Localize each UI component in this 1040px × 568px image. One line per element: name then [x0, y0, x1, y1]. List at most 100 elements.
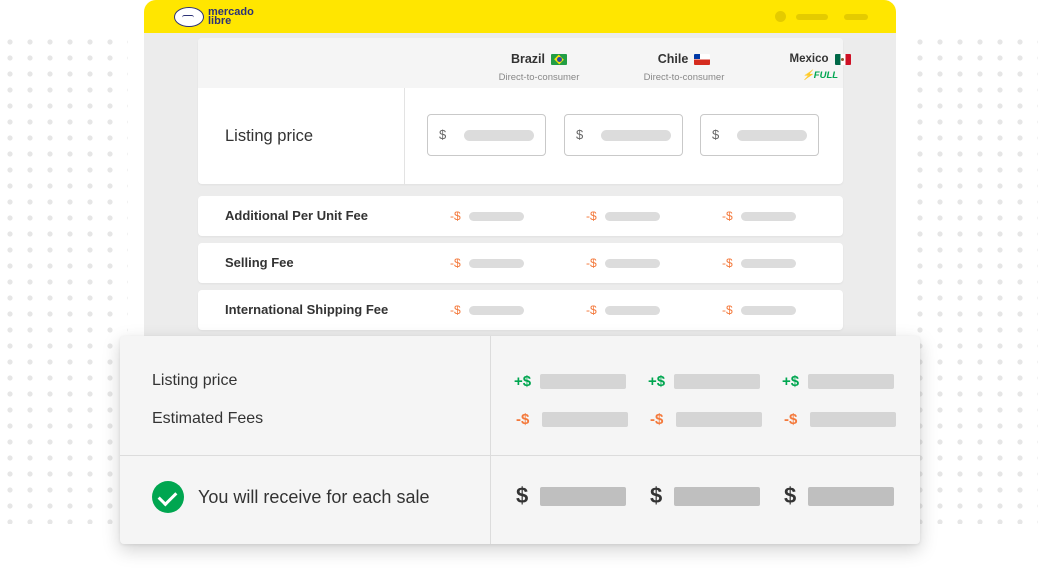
country-chile: Chile Direct-to-consumer	[614, 50, 754, 83]
fee-value-mexico: -$	[722, 209, 796, 223]
summary-listing-value-mexico: +$	[782, 373, 894, 390]
fee-sign: -$	[586, 209, 597, 223]
mexico-flag-icon	[834, 53, 851, 65]
handshake-icon	[174, 6, 204, 27]
user-avatar-icon[interactable]	[775, 11, 786, 22]
nav-placeholder-2[interactable]	[844, 13, 868, 20]
summary-listing-value-chile: +$	[648, 373, 760, 390]
value-placeholder	[810, 412, 896, 427]
lightning-icon: ⚡	[801, 70, 814, 81]
fee-sign: -$	[450, 209, 461, 223]
fee-placeholder	[605, 305, 660, 315]
fee-row-selling: Selling Fee -$ -$ -$	[198, 243, 843, 283]
price-input-chile[interactable]: $	[564, 114, 683, 156]
plus-sign: +$	[648, 373, 666, 390]
fee-placeholder	[605, 258, 660, 268]
fee-placeholder	[605, 211, 660, 221]
chile-flag-icon	[694, 53, 711, 65]
price-placeholder	[464, 130, 534, 141]
summary-column-divider	[490, 336, 491, 544]
country-subtitle: Direct-to-consumer	[498, 72, 580, 83]
receive-value-brazil: $	[516, 483, 626, 509]
nav-placeholder-1[interactable]	[796, 13, 828, 20]
full-badge: ⚡FULL	[750, 70, 890, 81]
price-input-mexico[interactable]: $	[700, 114, 819, 156]
country-name: Brazil	[510, 52, 546, 66]
plus-sign: +$	[782, 373, 800, 390]
receive-value-chile: $	[650, 483, 760, 509]
check-circle-icon	[152, 481, 184, 513]
summary-row-divider	[120, 455, 920, 456]
fee-placeholder	[741, 258, 796, 268]
fee-value-mexico: -$	[722, 256, 796, 270]
summary-listing-price-label: Listing price	[152, 372, 238, 389]
country-mexico: Mexico ⚡FULL	[750, 49, 890, 81]
dollar-sign: $	[516, 483, 529, 508]
fee-placeholder	[469, 258, 524, 268]
country-name: Mexico	[789, 53, 829, 65]
fee-sign: -$	[586, 303, 597, 317]
browser-window: mercado libre Brazil Direct-to-consumer …	[144, 0, 896, 345]
value-placeholder	[676, 412, 762, 427]
fee-value-chile: -$	[586, 256, 660, 270]
receive-row: You will receive for each sale	[152, 481, 429, 513]
minus-sign: -$	[650, 411, 664, 428]
fee-value-mexico: -$	[722, 303, 796, 317]
fee-row-international-shipping: International Shipping Fee -$ -$ -$	[198, 290, 843, 330]
price-placeholder	[737, 130, 807, 141]
dollar-sign: $	[784, 483, 797, 508]
price-placeholder	[601, 130, 671, 141]
currency-symbol: $	[439, 127, 447, 142]
value-placeholder	[540, 374, 626, 389]
country-header: Brazil Direct-to-consumer Chile Direct-t…	[198, 38, 851, 88]
summary-estimated-fees-label: Estimated Fees	[152, 410, 264, 427]
value-placeholder	[674, 486, 760, 506]
header-controls	[775, 11, 868, 22]
country-name: Chile	[657, 52, 689, 66]
receive-label: You will receive for each sale	[198, 486, 430, 507]
column-divider	[404, 88, 405, 184]
value-placeholder	[674, 374, 760, 389]
dot-pattern-right	[910, 34, 1038, 524]
currency-symbol: $	[576, 127, 584, 142]
fee-placeholder	[469, 211, 524, 221]
value-placeholder	[540, 486, 626, 506]
fee-value-brazil: -$	[450, 303, 524, 317]
brazil-flag-icon	[551, 53, 568, 65]
value-placeholder	[808, 374, 894, 389]
fee-label: Additional Per Unit Fee	[225, 208, 369, 223]
fee-value-chile: -$	[586, 303, 660, 317]
fee-sign: -$	[450, 256, 461, 270]
sale-summary-card: Listing price Estimated Fees +$ +$ +$ -$…	[120, 336, 920, 544]
fee-sign: -$	[722, 256, 733, 270]
summary-fees-value-mexico: -$	[784, 411, 896, 428]
full-badge-label: FULL	[813, 70, 839, 81]
summary-fees-value-chile: -$	[650, 411, 762, 428]
currency-symbol: $	[712, 127, 720, 142]
dollar-sign: $	[650, 483, 663, 508]
summary-fees-value-brazil: -$	[516, 411, 628, 428]
mercado-libre-logo[interactable]: mercado libre	[174, 6, 258, 27]
fee-sign: -$	[586, 256, 597, 270]
fee-sign: -$	[722, 209, 733, 223]
header-bar: mercado libre	[144, 0, 896, 33]
country-brazil: Brazil Direct-to-consumer	[469, 50, 609, 83]
fee-row-additional-per-unit: Additional Per Unit Fee -$ -$ -$	[198, 196, 843, 236]
fee-placeholder	[469, 305, 524, 315]
fee-label: Selling Fee	[225, 255, 294, 270]
listing-price-card: Brazil Direct-to-consumer Chile Direct-t…	[198, 38, 851, 184]
minus-sign: -$	[784, 411, 798, 428]
listing-price-label: Listing price	[225, 127, 314, 145]
minus-sign: -$	[516, 411, 530, 428]
fee-label: International Shipping Fee	[225, 302, 389, 317]
fee-placeholder	[741, 305, 796, 315]
plus-sign: +$	[514, 373, 532, 390]
fee-value-chile: -$	[586, 209, 660, 223]
fee-value-brazil: -$	[450, 256, 524, 270]
value-placeholder	[808, 486, 894, 506]
receive-value-mexico: $	[784, 483, 894, 509]
price-input-brazil[interactable]: $	[427, 114, 546, 156]
logo-text-line2: libre	[208, 14, 232, 27]
dot-pattern-left	[0, 34, 128, 524]
summary-listing-value-brazil: +$	[514, 373, 626, 390]
